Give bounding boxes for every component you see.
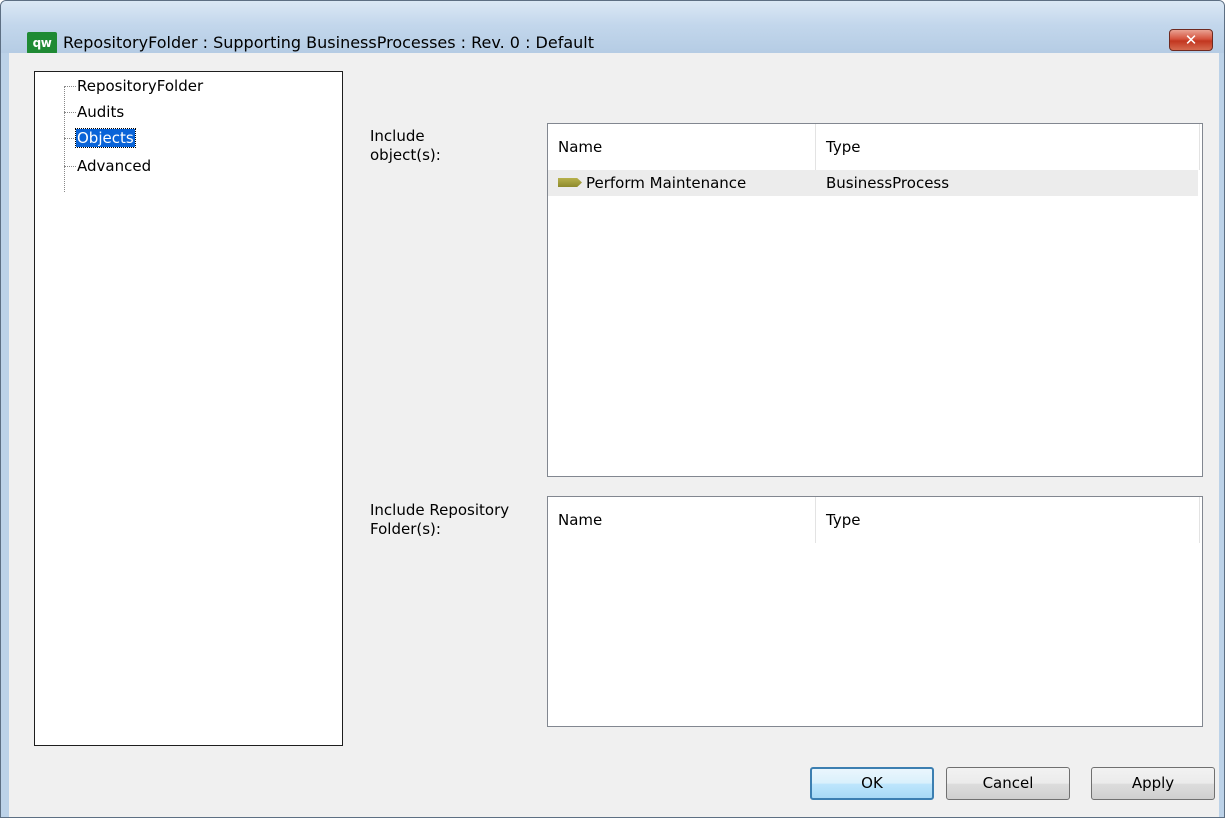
title-bar[interactable]: qw RepositoryFolder : Supporting Busines… (1, 1, 1224, 54)
tree-connector-line (64, 166, 76, 167)
window-title: RepositoryFolder : Supporting BusinessPr… (63, 33, 594, 52)
dialog-client-area: RepositoryFolder Audits Objects Advanced… (9, 53, 1219, 817)
include-objects-label: Include object(s): (370, 127, 441, 164)
objects-list[interactable]: Name Type Perform Maintenance BusinessPr… (547, 123, 1203, 477)
folders-list[interactable]: Name Type (547, 496, 1203, 727)
navigation-tree: RepositoryFolder Audits Objects Advanced (34, 71, 343, 746)
tree-connector-line (64, 112, 76, 113)
tree-item-label: Audits (77, 103, 125, 121)
tree-connector-line (64, 86, 65, 192)
close-button[interactable]: ✕ (1169, 29, 1213, 51)
object-type-cell: BusinessProcess (826, 174, 950, 192)
list-header: Name Type (548, 124, 1202, 170)
column-header-name[interactable]: Name (548, 497, 816, 543)
tree-connector-line (64, 86, 76, 87)
tree-item-objects[interactable]: Objects (75, 127, 136, 149)
table-row[interactable]: Perform Maintenance BusinessProcess (548, 170, 1198, 196)
object-name-cell: Perform Maintenance (586, 174, 747, 192)
ok-button[interactable]: OK (810, 767, 934, 800)
tree-item-label: Objects (75, 128, 136, 148)
list-header: Name Type (548, 497, 1202, 543)
app-logo-icon: qw (27, 32, 57, 54)
tree-item-audits[interactable]: Audits (77, 101, 124, 123)
apply-button[interactable]: Apply (1091, 767, 1215, 800)
column-header-type[interactable]: Type (816, 497, 1200, 543)
business-process-icon (558, 178, 582, 187)
tree-item-advanced[interactable]: Advanced (77, 155, 151, 177)
column-header-type[interactable]: Type (816, 124, 1200, 170)
dialog-window: qw RepositoryFolder : Supporting Busines… (0, 0, 1225, 818)
tree-item-label: Advanced (77, 157, 152, 175)
tree-connector-line (64, 138, 76, 139)
cancel-button[interactable]: Cancel (946, 767, 1070, 800)
tree-item-repositoryfolder[interactable]: RepositoryFolder (77, 75, 203, 97)
column-header-name[interactable]: Name (548, 124, 816, 170)
tree-item-label: RepositoryFolder (77, 77, 204, 95)
include-folders-label: Include Repository Folder(s): (370, 501, 510, 538)
